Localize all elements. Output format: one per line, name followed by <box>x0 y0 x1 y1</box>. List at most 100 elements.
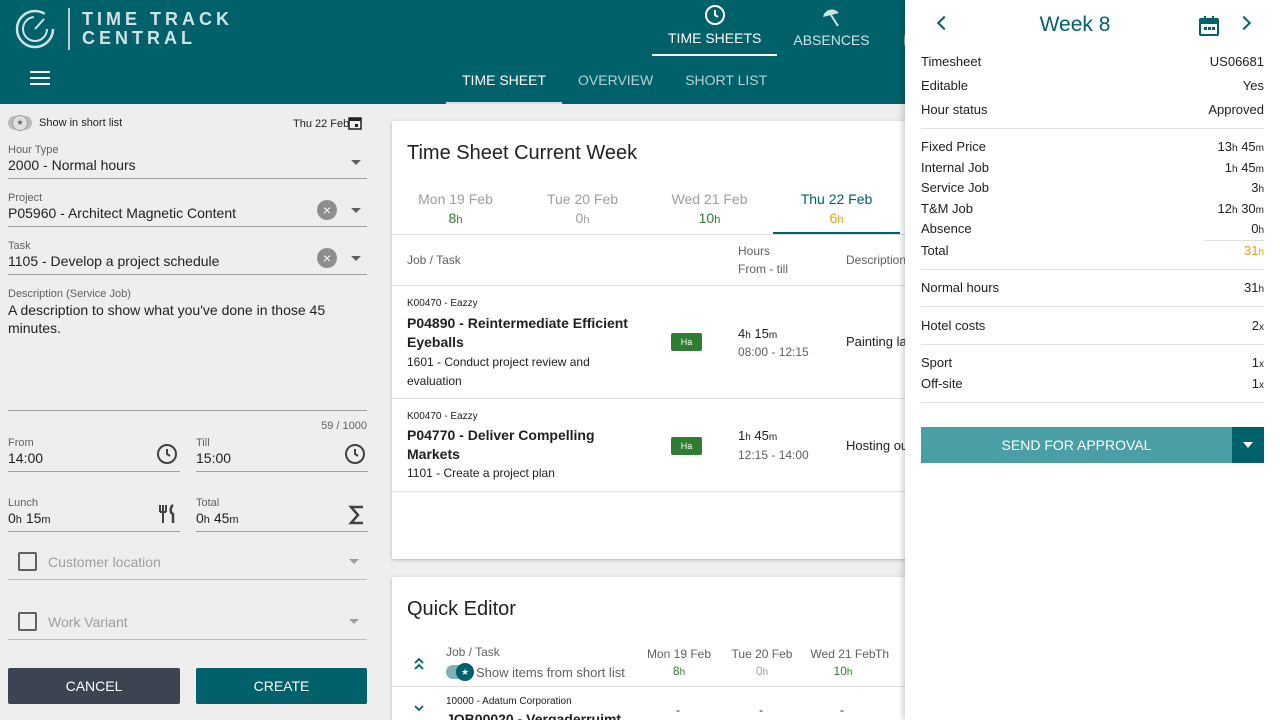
short-list-items-toggle[interactable]: ★ <box>446 663 474 681</box>
hour-type-badge: Ha <box>671 333 702 351</box>
column-header-hours: Hours From - till <box>738 244 788 276</box>
row-project: JOB00020 - Vergaderruimt <box>446 711 622 720</box>
card-title: Quick Editor <box>407 598 516 620</box>
summary-total: Total 31h <box>921 243 1264 258</box>
chevron-down-icon <box>351 160 361 165</box>
till-time-input[interactable]: Till 15:00 <box>196 437 368 472</box>
tab-overview[interactable]: OVERVIEW <box>562 56 669 104</box>
table-row[interactable]: K00470 - Eazzy P04770 - Deliver Compelli… <box>392 398 912 491</box>
summary-hour-status: Hour status Approved <box>921 102 1264 117</box>
quick-editor-card: Quick Editor Job / Task ★ Show items fro… <box>392 577 912 720</box>
summary-hotel-costs: Hotel costs 2x <box>921 318 1264 333</box>
divider <box>921 306 1264 307</box>
summary-fixed-price: Fixed Price 13h 45m <box>921 139 1264 154</box>
summary-normal-hours: Normal hours 31h <box>921 280 1264 295</box>
tab-day-wed[interactable]: Wed 21 Feb 10h <box>646 191 773 234</box>
summary-timesheet: Timesheet US06681 <box>921 54 1264 69</box>
week-summary-panel: Week 8 Timesheet US06681 Editable Yes Hour… <box>905 0 1280 720</box>
collapse-icon[interactable] <box>413 657 425 671</box>
chevron-down-icon <box>349 559 359 564</box>
customer-location-checkbox[interactable] <box>18 552 37 571</box>
toggle-label: Show items from short list <box>476 665 625 680</box>
hour-type-badge: Ha <box>671 437 702 455</box>
approval-options-dropdown[interactable] <box>1232 427 1264 463</box>
divider <box>921 128 1264 129</box>
row-client: 10000 - Adatum Corporation <box>446 696 572 707</box>
cutlery-icon <box>159 503 175 523</box>
time-sheet-card: Time Sheet Current Week Mon 19 Feb 8h Tu… <box>392 121 912 559</box>
hour-type-select[interactable]: Hour Type 2000 - Normal hours <box>8 144 367 179</box>
tab-time-sheet[interactable]: TIME SHEET <box>446 56 563 104</box>
tab-short-list[interactable]: SHORT LIST <box>669 56 783 104</box>
column-header-day: Tue 20 Feb 0h <box>731 647 793 678</box>
row-divider <box>392 491 912 492</box>
tab-day-mon[interactable]: Mon 19 Feb 8h <box>392 191 519 234</box>
clock-icon <box>704 5 725 25</box>
top-nav-absences[interactable]: ABSENCES <box>777 0 885 56</box>
table-row[interactable]: K00470 - Eazzy P04890 - Reintermediate E… <box>392 285 912 398</box>
top-nav-time-sheets[interactable]: TIME SHEETS <box>652 0 778 56</box>
send-for-approval-split-button: SEND FOR APPROVAL <box>921 427 1264 463</box>
star-icon: ★ <box>456 663 474 681</box>
summary-sport: Sport 1x <box>921 355 1264 370</box>
chevron-down-icon[interactable] <box>413 704 425 712</box>
cell-value[interactable]: - <box>840 703 844 717</box>
clock-icon[interactable] <box>156 443 178 465</box>
clear-icon[interactable]: × <box>317 200 337 220</box>
calendar-icon[interactable] <box>1199 16 1219 36</box>
summary-absence: Absence 0h <box>921 221 1264 236</box>
clear-icon[interactable]: × <box>317 248 337 268</box>
description-textarea[interactable]: Description (Service Job) A description … <box>8 288 367 411</box>
calendar-icon[interactable] <box>348 116 362 130</box>
row-divider <box>392 686 912 687</box>
tab-day-thu[interactable]: Thu 22 Feb 6h <box>773 191 900 234</box>
project-select[interactable]: Project P05960 - Architect Magnetic Cont… <box>8 192 367 227</box>
card-title: Time Sheet Current Week <box>407 142 638 164</box>
character-count: 59 / 1000 <box>321 420 367 432</box>
summary-off-site: Off-site 1x <box>921 376 1264 391</box>
day-tabs: Mon 19 Feb 8h Tue 20 Feb 0h Wed 21 Feb 1… <box>392 191 912 235</box>
star-icon: ★ <box>12 115 28 131</box>
cancel-button[interactable]: CANCEL <box>8 668 180 704</box>
tab-day-tue[interactable]: Tue 20 Feb 0h <box>519 191 646 234</box>
work-variant-checkbox[interactable] <box>18 612 37 631</box>
app-logo[interactable]: TIME TRACK CENTRAL <box>14 8 233 50</box>
work-variant-field[interactable]: Work Variant <box>8 600 367 640</box>
lunch-input[interactable]: Lunch 0h 15m <box>8 497 180 532</box>
sigma-icon <box>348 505 363 525</box>
top-nav: TIME SHEETS ABSENCES EX <box>652 0 940 56</box>
column-header-description: Description <box>846 253 907 267</box>
divider <box>921 402 1264 403</box>
from-time-input[interactable]: From 14:00 <box>8 437 180 472</box>
logo-divider <box>68 8 70 50</box>
summary-service-job: Service Job 3h <box>921 180 1264 195</box>
customer-location-field[interactable]: Customer location <box>8 540 367 580</box>
short-list-toggle[interactable]: ★ Show in short list <box>8 115 122 131</box>
divider <box>921 269 1264 270</box>
logo-icon <box>15 9 55 49</box>
menu-icon[interactable] <box>30 71 50 89</box>
cell-value[interactable]: - <box>676 703 680 717</box>
column-header-job: Job / Task <box>446 645 500 659</box>
toggle-switch[interactable]: ★ <box>8 115 32 131</box>
column-header-day: Mon 19 Feb 8h <box>646 647 712 678</box>
summary-editable: Editable Yes <box>921 78 1264 93</box>
summary-internal-job: Internal Job 1h 45m <box>921 160 1264 175</box>
date-label: Thu 22 Feb <box>293 118 350 130</box>
chevron-down-icon <box>351 256 361 261</box>
umbrella-icon <box>823 9 840 27</box>
column-header-day: Th <box>874 647 889 661</box>
create-button[interactable]: CREATE <box>196 668 367 704</box>
column-header-job: Job / Task <box>407 253 461 267</box>
summary-tm-job: T&M Job 12h 30m <box>921 201 1264 216</box>
cell-value[interactable]: - <box>759 703 763 717</box>
divider <box>921 344 1264 345</box>
sub-nav: TIME SHEET OVERVIEW SHORT LIST <box>446 56 783 104</box>
chevron-down-icon <box>351 208 361 213</box>
clock-icon[interactable] <box>344 443 366 465</box>
entry-form: ★ Show in short list Thu 22 Feb Hour Typ… <box>0 104 383 720</box>
task-select[interactable]: Task 1105 - Develop a project schedule × <box>8 240 367 275</box>
week-title: Week 8 <box>1039 13 1111 36</box>
chevron-down-icon <box>349 619 359 624</box>
send-for-approval-button[interactable]: SEND FOR APPROVAL <box>921 427 1232 463</box>
